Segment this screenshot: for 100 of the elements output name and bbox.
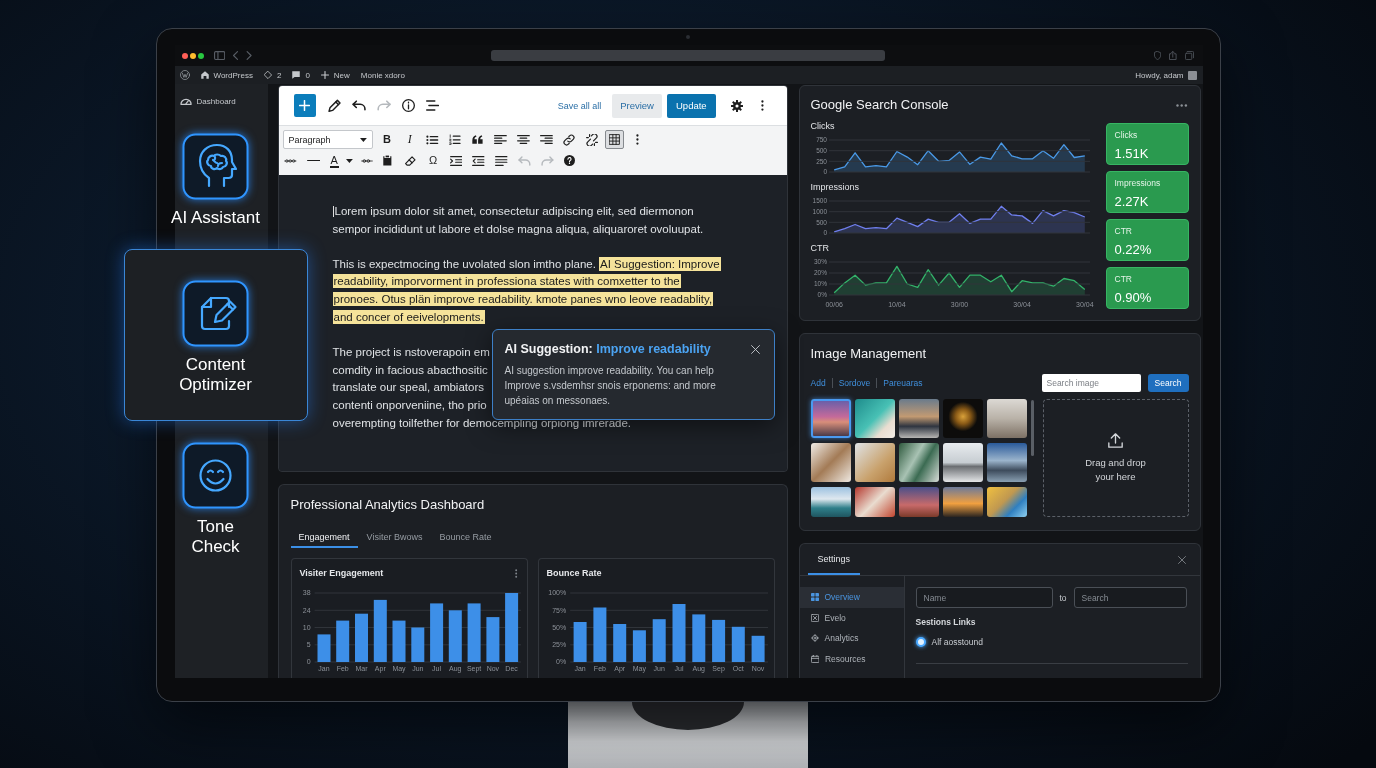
bold-button[interactable]: B xyxy=(382,133,391,146)
toolbar-link[interactable]: Pareuaras xyxy=(876,378,923,388)
toolbar-link[interactable]: Sordove xyxy=(831,378,871,388)
radio-button[interactable] xyxy=(915,637,926,647)
site-link[interactable]: WordPress xyxy=(200,70,253,80)
photo-placeholder[interactable] xyxy=(942,399,983,438)
sidebar-toggle-icon[interactable] xyxy=(213,51,225,60)
comments-link[interactable]: 0 xyxy=(292,70,310,80)
nav-item[interactable]: Evelo xyxy=(799,607,904,628)
tool-button[interactable]: Tone Check xyxy=(174,442,257,557)
photo-placeholder[interactable] xyxy=(942,487,983,517)
updates-link[interactable]: 2 xyxy=(263,70,282,80)
horizontal-line-icon[interactable] xyxy=(306,159,321,162)
bar xyxy=(592,607,606,662)
quote-icon[interactable] xyxy=(472,135,484,144)
help-icon[interactable] xyxy=(564,155,576,166)
photo-placeholder[interactable] xyxy=(898,443,939,482)
block-type-dropdown[interactable]: Paragraph xyxy=(282,130,373,149)
chart-title: Clicks xyxy=(810,121,836,132)
more-options-icon[interactable] xyxy=(760,100,764,111)
chevron-left-icon[interactable] xyxy=(232,51,239,60)
address-field[interactable] xyxy=(490,50,885,61)
indent-icon[interactable] xyxy=(449,155,463,166)
text-line: The project is nstoverapoin em xyxy=(332,344,490,360)
nav-item[interactable]: Resources xyxy=(799,648,904,669)
info-icon[interactable] xyxy=(401,99,415,112)
bar xyxy=(711,619,725,662)
tab[interactable]: Settings xyxy=(807,544,861,575)
text-line: comdity in facious abacthositic xyxy=(332,362,488,378)
chart-title: Bounce Rate xyxy=(546,567,602,579)
add-block-button[interactable] xyxy=(293,94,316,117)
tab[interactable]: Engagement xyxy=(290,527,358,548)
tab[interactable]: Bounce Rate xyxy=(431,527,500,548)
list-view-icon[interactable] xyxy=(425,100,439,111)
save-link[interactable]: Save all all xyxy=(557,100,602,111)
special-character-button[interactable]: Ω xyxy=(428,154,438,167)
justify-icon[interactable] xyxy=(495,155,508,166)
numbered-list-icon[interactable] xyxy=(449,134,462,145)
tool-button[interactable]: AI Assistant xyxy=(171,133,260,228)
align-left-icon[interactable] xyxy=(494,135,508,144)
align-center-icon[interactable] xyxy=(517,135,531,144)
photo-placeholder[interactable] xyxy=(986,443,1027,482)
search-field[interactable]: Search image xyxy=(1041,374,1141,392)
close-icon[interactable] xyxy=(750,345,760,354)
eraser-icon[interactable] xyxy=(404,155,416,166)
italic-button[interactable]: I xyxy=(407,133,412,146)
camera-icon xyxy=(686,35,690,39)
window-dot-icon[interactable] xyxy=(181,52,188,59)
chart-title: Impressions xyxy=(810,182,860,193)
photo-placeholder[interactable] xyxy=(942,443,983,482)
tab[interactable]: Visiter Bwows xyxy=(358,527,431,548)
table-button[interactable] xyxy=(605,130,625,149)
undo-icon[interactable] xyxy=(351,100,366,111)
photo-placeholder[interactable] xyxy=(854,487,895,517)
stat-value: 1.51K xyxy=(1114,145,1150,162)
menu-link[interactable]: Monie xdoro xyxy=(360,70,405,80)
outdent-icon[interactable] xyxy=(472,155,485,166)
crossed-box-icon xyxy=(810,613,819,622)
text-color-button[interactable]: A xyxy=(329,153,353,168)
photo-placeholder[interactable] xyxy=(810,487,851,517)
search-button[interactable]: Search xyxy=(1147,374,1189,392)
unlink-icon[interactable] xyxy=(586,133,599,146)
link-icon[interactable] xyxy=(563,133,576,146)
photo-placeholder[interactable] xyxy=(898,399,939,438)
more-options-icon[interactable] xyxy=(636,134,640,145)
caret-icon xyxy=(345,158,353,163)
align-right-icon[interactable] xyxy=(540,135,553,144)
dotted-line-icon[interactable] xyxy=(360,158,373,163)
settings-icon[interactable] xyxy=(730,99,743,112)
clipboard-icon[interactable] xyxy=(383,155,392,166)
stat-value: 0.22% xyxy=(1114,241,1153,258)
drop-zone[interactable]: Drag and drop your here xyxy=(1042,399,1189,517)
range-separator: to xyxy=(1058,592,1068,603)
photo-placeholder[interactable] xyxy=(986,399,1027,438)
close-icon[interactable] xyxy=(1177,555,1186,564)
pencil-icon[interactable] xyxy=(327,99,341,112)
photo-placeholder[interactable] xyxy=(854,443,895,482)
bullet-list-icon[interactable] xyxy=(426,134,439,145)
update-button[interactable]: Update xyxy=(667,93,716,118)
caret-icon xyxy=(359,137,367,142)
name-field[interactable]: Name xyxy=(915,587,1053,608)
bar xyxy=(410,627,424,662)
scrollbar-thumb[interactable] xyxy=(1030,400,1034,456)
search-field[interactable]: Search xyxy=(1073,587,1187,608)
nav-item[interactable]: Analytics xyxy=(799,628,904,649)
tool-button[interactable]: Content Optimizer xyxy=(123,249,308,421)
logo-icon[interactable] xyxy=(179,70,190,80)
photo-placeholder[interactable] xyxy=(854,399,895,438)
new-link[interactable]: New xyxy=(320,70,350,80)
photo-placeholder[interactable] xyxy=(986,487,1027,517)
preview-button[interactable]: Preview xyxy=(612,93,662,118)
window-dot-icon[interactable] xyxy=(197,52,204,59)
nav-item[interactable]: Overview xyxy=(799,587,904,608)
photo-placeholder[interactable] xyxy=(810,443,851,482)
dashboard-link[interactable]: Dashboard xyxy=(174,92,257,110)
strikethrough-icon[interactable] xyxy=(284,158,297,163)
greeting-link[interactable]: Howdy, adam xyxy=(1135,70,1184,80)
window-dot-icon[interactable] xyxy=(189,52,196,59)
stat-label: Clicks xyxy=(1114,130,1139,141)
toolbar-link[interactable]: Add xyxy=(810,378,826,388)
